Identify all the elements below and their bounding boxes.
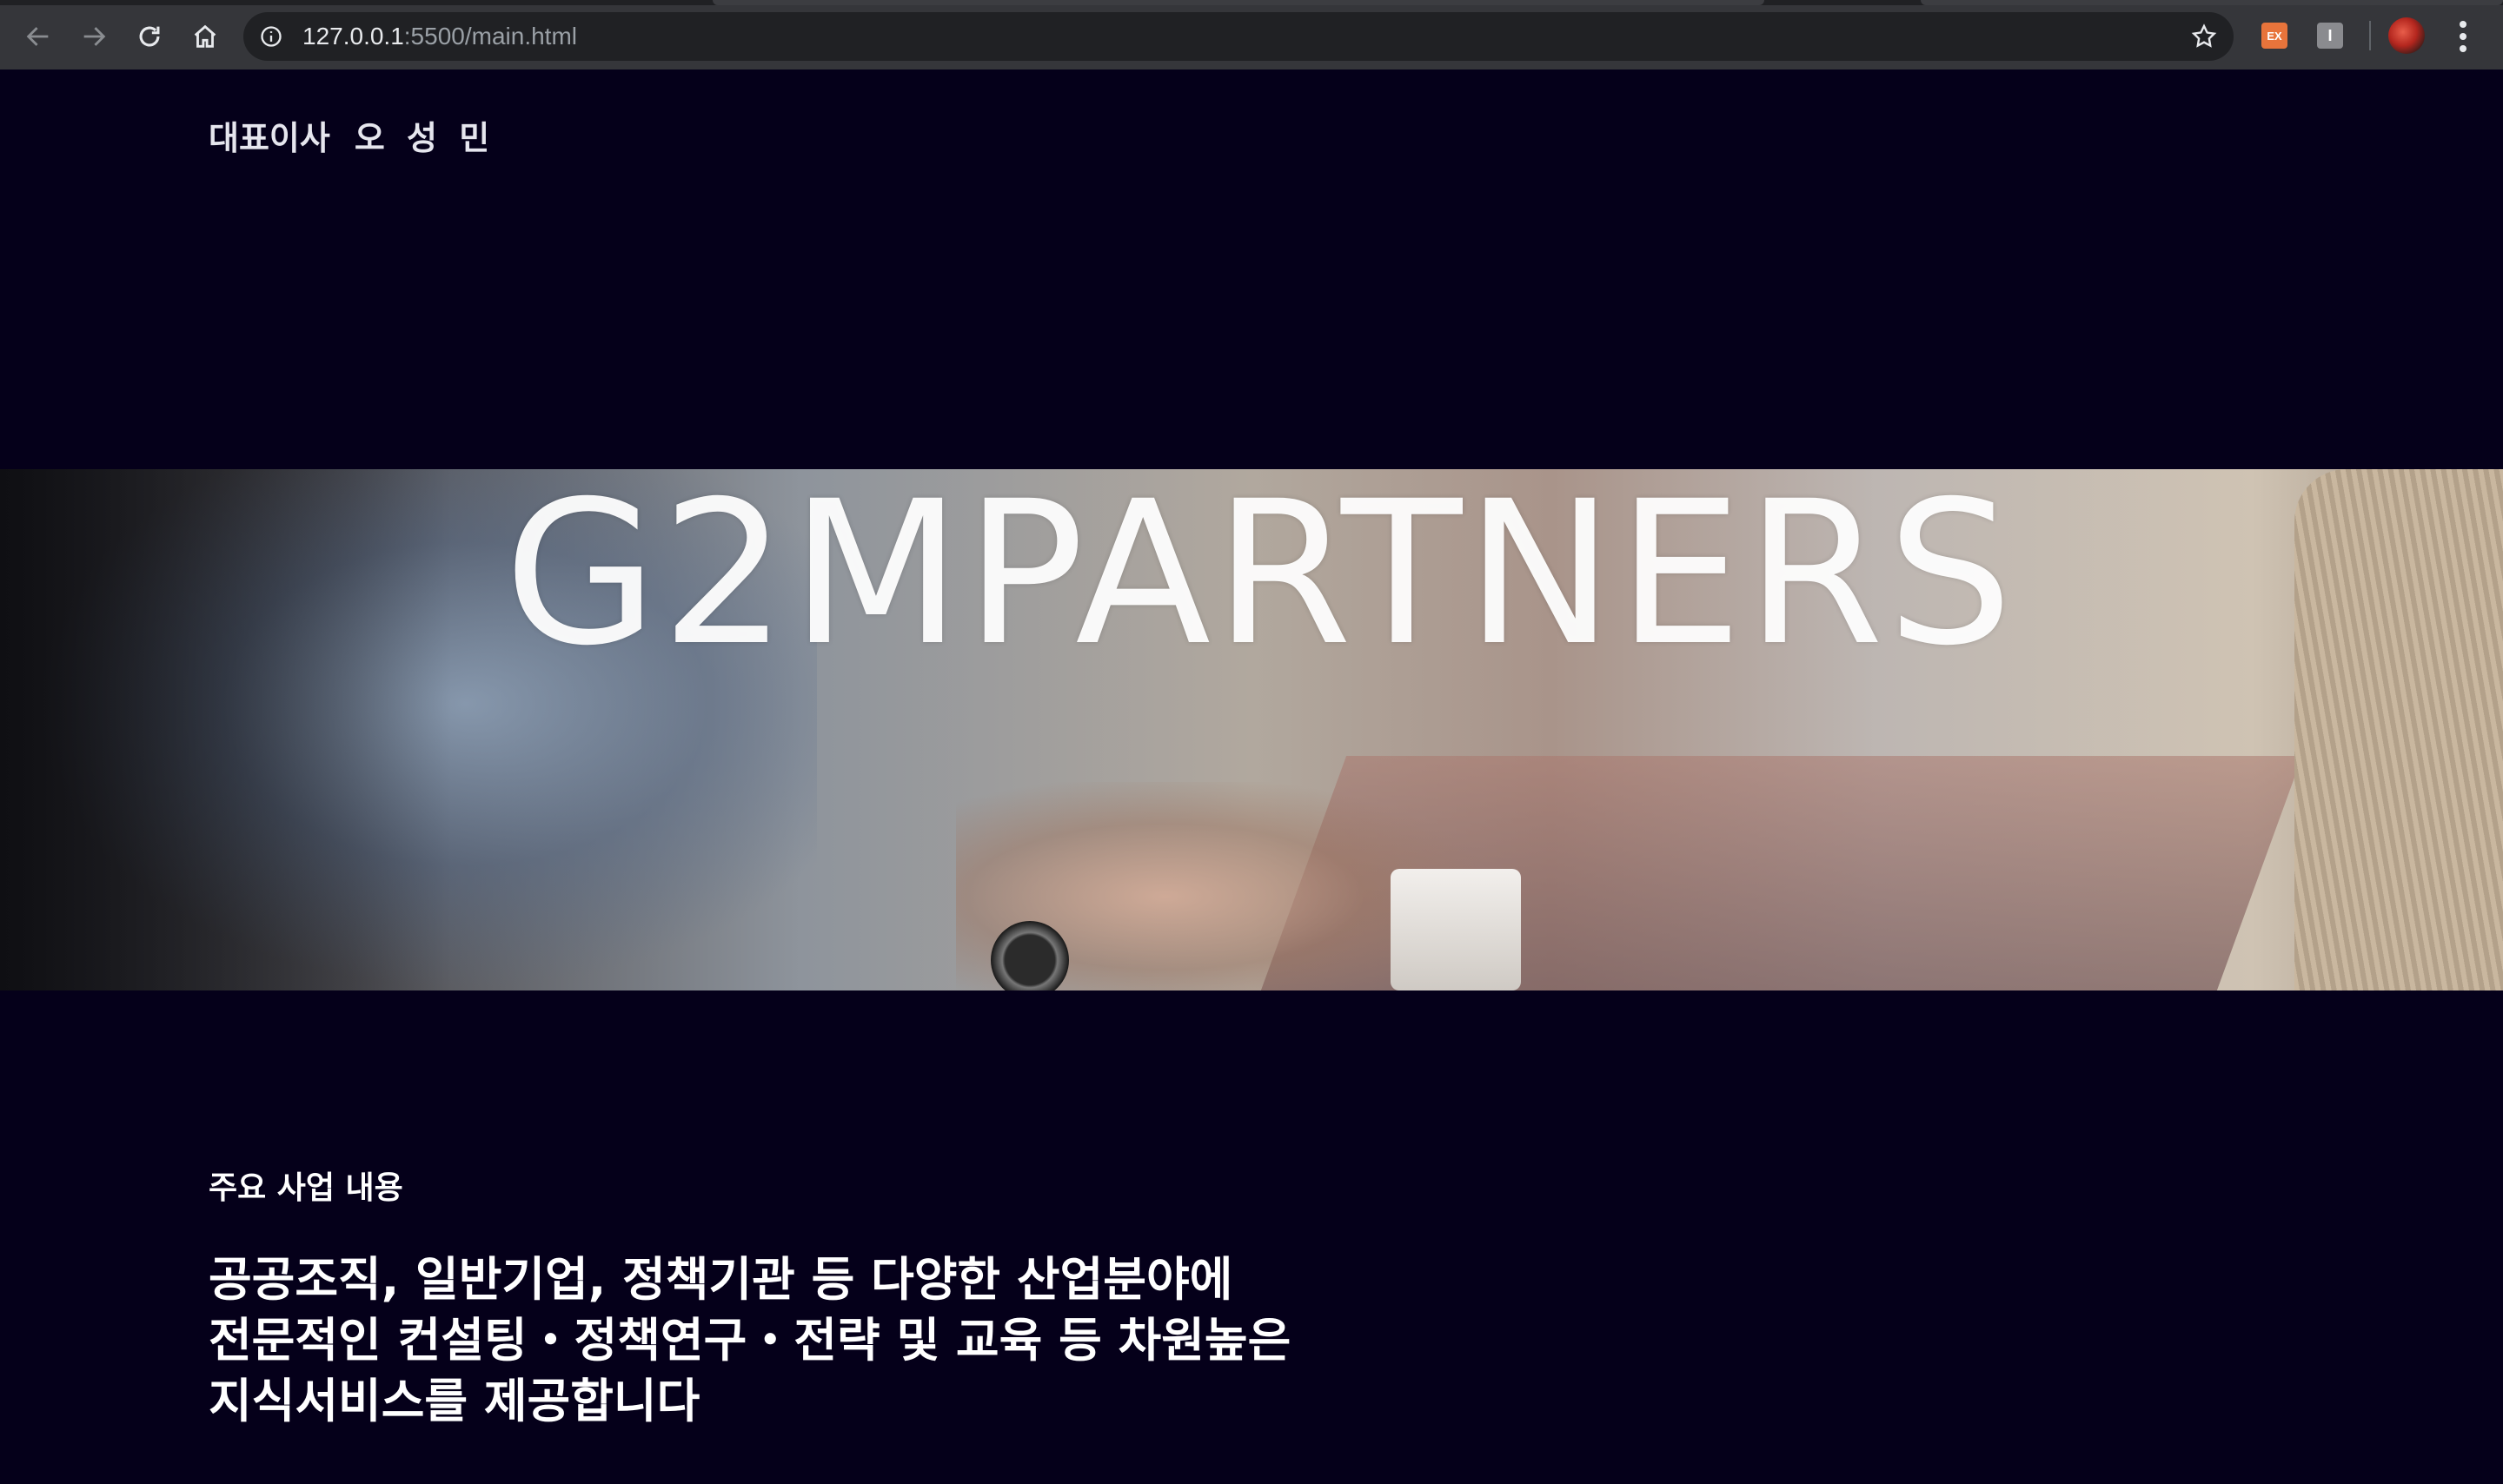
headline-line: 지식서비스를 제공합니다 [209, 1374, 700, 1428]
reload-button[interactable] [130, 17, 169, 56]
hero-title: G2MPARTNERS [503, 469, 2017, 689]
info-icon[interactable] [259, 24, 283, 49]
home-button[interactable] [186, 17, 224, 56]
forward-button[interactable] [75, 17, 113, 56]
address-bar[interactable]: 127.0.0.1:5500/main.html [243, 12, 2234, 61]
back-button[interactable] [19, 17, 57, 56]
section-label: 주요 사업 내용 [209, 1170, 403, 1206]
business-headline: 공공조직, 일반기업, 정책기관 등 다양한 산업분야에 전문적인 컨설팅・정책… [209, 1249, 1686, 1432]
browser-toolbar: 127.0.0.1:5500/main.html EX I [0, 0, 2503, 70]
hero-photo-shade [0, 469, 452, 990]
arrow-right-icon [83, 27, 106, 46]
ceo-credit: 대표이사 오 성 민 [209, 111, 495, 159]
star-icon[interactable] [2190, 23, 2218, 50]
headline-line: 전문적인 컨설팅・정책연구・전략 및 교육 등 차원높은 [209, 1313, 1291, 1368]
tab[interactable] [1921, 0, 2503, 5]
hero-photo-watch [991, 921, 1069, 990]
more-vert-icon[interactable] [2453, 19, 2473, 54]
toolbar-divider [2369, 21, 2371, 50]
arrow-left-icon [26, 27, 49, 46]
ceo-name: 오 성 민 [354, 119, 495, 157]
url-path: :5500/main.html [403, 23, 577, 50]
tab-strip [0, 0, 2503, 5]
url-text[interactable]: 127.0.0.1:5500/main.html [302, 12, 577, 61]
extension-i-icon[interactable]: I [2317, 23, 2343, 49]
tab[interactable] [713, 0, 1764, 5]
url-host: 127.0.0.1 [302, 23, 404, 50]
hero-photo-sweater [2294, 469, 2503, 990]
hero-banner: G2MPARTNERS [0, 469, 2503, 990]
home-icon [194, 24, 216, 48]
page-body: 대표이사 오 성 민 G2MPARTNERS 주요 사업 내용 공공조직, 일반기… [0, 70, 2503, 1484]
extension-ex-icon[interactable]: EX [2261, 23, 2287, 49]
headline-line: 공공조직, 일반기업, 정책기관 등 다양한 산업분야에 [209, 1252, 1233, 1307]
reload-icon [139, 26, 160, 47]
ceo-title: 대표이사 [209, 119, 330, 157]
hero-photo-cup [1391, 869, 1521, 990]
profile-avatar[interactable] [2388, 17, 2425, 54]
